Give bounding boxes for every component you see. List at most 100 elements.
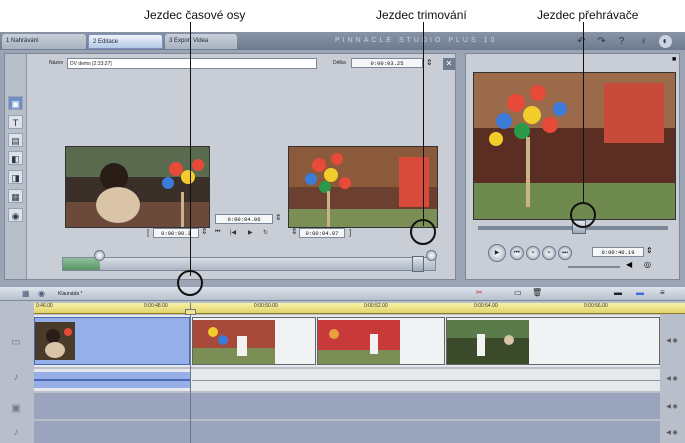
current-tc-spinner-icon[interactable]: ⇕ bbox=[275, 213, 282, 222]
clip-thumb-1 bbox=[35, 322, 75, 360]
callout-line-player bbox=[583, 22, 584, 202]
clip-editor-panel: ▣ T ▤ ◧ ◨ ▦ ◉ Název DV demo [2:33:27] Dé… bbox=[4, 53, 456, 280]
player-end-icon[interactable]: ⏭ bbox=[558, 246, 572, 260]
ruler-tick: 0:00:50.00 bbox=[254, 303, 278, 309]
timeline-clip[interactable] bbox=[317, 317, 445, 365]
out-tc-spinner-icon[interactable]: ⇕ bbox=[291, 227, 298, 236]
tab-edit[interactable]: 2 Editace bbox=[88, 34, 163, 49]
in-timecode-field[interactable]: 0:00:00.3 bbox=[153, 228, 199, 238]
audio-tool-icon[interactable]: ◉ bbox=[8, 208, 23, 222]
play-icon[interactable]: ▶ bbox=[248, 229, 253, 236]
player-rewind-icon[interactable]: « bbox=[526, 246, 540, 260]
audio-line bbox=[192, 380, 660, 381]
delete-icon[interactable]: 🗑 bbox=[532, 288, 542, 297]
player-scrubber-track[interactable] bbox=[478, 220, 668, 234]
ruler-tick: 0:00:54.00 bbox=[474, 303, 498, 309]
sfx-track-lock-icon[interactable]: ◀ ◉ bbox=[662, 429, 682, 436]
duration-spinner-icon[interactable]: ⇕ bbox=[426, 58, 433, 67]
settings-icon[interactable]: ◐ bbox=[659, 35, 672, 48]
callout-ring-timeline bbox=[177, 270, 203, 296]
video-track-lock-icon[interactable]: ◀ ◉ bbox=[662, 337, 682, 344]
title-track-icon: ▣ bbox=[11, 403, 21, 414]
annotation-trim-scrubber: Jezdec trimování bbox=[376, 8, 467, 22]
go-to-start-icon[interactable]: ⏮ bbox=[215, 229, 220, 236]
redo-icon[interactable]: ↷ bbox=[595, 35, 608, 48]
timeline-scrubber-handle[interactable] bbox=[185, 309, 196, 315]
trim-in-image bbox=[66, 147, 209, 227]
audio-track bbox=[34, 369, 660, 391]
in-bracket-icon: [ bbox=[147, 228, 150, 237]
ruler-tick: 0:46.00 bbox=[36, 303, 53, 309]
lightbulb-icon[interactable]: ♀ bbox=[637, 35, 650, 48]
trim-in-knob[interactable] bbox=[94, 250, 105, 261]
loop-icon[interactable]: ↻ bbox=[263, 229, 268, 236]
help-icon[interactable]: ? bbox=[615, 35, 628, 48]
ruler-tick: 0:00:52.00 bbox=[364, 303, 388, 309]
trim-out-image bbox=[289, 147, 437, 227]
timeline-clip[interactable] bbox=[192, 317, 316, 365]
player-start-icon[interactable]: ⏮ bbox=[510, 246, 524, 260]
maximize-icon[interactable]: ■ bbox=[672, 56, 676, 63]
out-timecode-field[interactable]: 0:00:04.07 bbox=[299, 228, 345, 238]
in-tc-spinner-icon[interactable]: ⇕ bbox=[201, 227, 208, 236]
brand-title: PINNACLE STUDIO PLUS 10 bbox=[335, 37, 498, 44]
callout-ring-player bbox=[570, 202, 596, 228]
close-icon[interactable]: ✕ bbox=[443, 58, 455, 70]
editor-toolbox: ▣ T ▤ ◧ ◨ ▦ ◉ bbox=[5, 54, 27, 279]
trim-out-knob[interactable] bbox=[426, 250, 437, 261]
clip-name-input[interactable]: DV demo [2:33:27] bbox=[67, 58, 317, 69]
annotation-player-scrubber: Jezdec přehrávače bbox=[537, 8, 639, 22]
ruler-tick: 0:00:48.00 bbox=[144, 303, 168, 309]
clip-thumb-2 bbox=[193, 320, 275, 364]
clip-thumb-3 bbox=[318, 320, 400, 364]
timeline-panel: ▦ ◉ Klaunáda * ✂ ▭ 🗑 ▬ ▬ ≡ 0:46.00 0:00:… bbox=[0, 287, 685, 443]
callout-ring-trim bbox=[410, 219, 436, 245]
storyboard-icon[interactable]: ▦ bbox=[22, 289, 30, 298]
selected-clip[interactable] bbox=[34, 317, 190, 365]
duration-field[interactable]: 0:00:03.25 bbox=[351, 58, 423, 68]
ruler-tick: 0:00:56.00 bbox=[584, 303, 608, 309]
speaker-icon[interactable]: ◀ bbox=[626, 260, 632, 269]
player-forward-icon[interactable]: » bbox=[542, 246, 556, 260]
selected-audio-clip[interactable] bbox=[34, 372, 190, 388]
timeline-view-icon[interactable]: ▬ bbox=[636, 288, 644, 297]
step-back-icon[interactable]: |◀ bbox=[230, 229, 236, 236]
title-track-lock-icon[interactable]: ◀ ◉ bbox=[662, 403, 682, 410]
transition-tool-icon[interactable]: ◨ bbox=[8, 170, 23, 184]
timeline-scrubber-line bbox=[190, 303, 191, 443]
trim-scrubber-fill bbox=[63, 258, 100, 270]
audio-track-lock-icon[interactable]: ◀ ◉ bbox=[662, 375, 682, 382]
audio-waveform bbox=[34, 379, 190, 381]
video-tool-icon[interactable]: ▣ bbox=[8, 96, 23, 110]
split-icon[interactable]: ▭ bbox=[514, 288, 522, 297]
timeline-ruler[interactable]: 0:46.00 0:00:48.00 0:00:50.00 0:00:52.00… bbox=[34, 303, 685, 314]
timeline-clip[interactable] bbox=[446, 317, 660, 365]
current-timecode-field[interactable]: 0:00:04.06 bbox=[215, 214, 273, 224]
photo-tool-icon[interactable]: ▤ bbox=[8, 133, 23, 147]
storyboard-view-icon[interactable]: ▬ bbox=[614, 288, 622, 297]
effects-tool-icon[interactable]: ◧ bbox=[8, 151, 23, 165]
callout-line-trim bbox=[423, 22, 424, 226]
title-tool-icon[interactable]: T bbox=[8, 115, 23, 129]
frame-tool-icon[interactable]: ▦ bbox=[8, 189, 23, 203]
tab-make-movie[interactable]: 3 Export Videa bbox=[165, 34, 237, 49]
audio-toggle-icon[interactable]: ◉ bbox=[38, 289, 45, 298]
player-tc-spinner-icon[interactable]: ⇕ bbox=[646, 246, 653, 255]
trim-scrubber-handle[interactable] bbox=[412, 256, 424, 272]
sound-effect-track-icon: ♪ bbox=[13, 427, 19, 438]
player-timecode-field[interactable]: 0:00:40.19 bbox=[592, 247, 644, 257]
undo-icon[interactable]: ↶ bbox=[575, 35, 588, 48]
razor-icon[interactable]: ✂ bbox=[476, 288, 483, 297]
clip-name-row: Název DV demo [2:33:27] Délka 0:00:03.25… bbox=[31, 57, 455, 71]
fullscreen-icon[interactable]: ◎ bbox=[644, 260, 651, 269]
text-view-icon[interactable]: ≡ bbox=[660, 288, 665, 297]
tab-capture[interactable]: 1 Nahrávání bbox=[2, 34, 86, 49]
video-track-icon: ▭ bbox=[11, 337, 21, 348]
player-play-icon[interactable]: ▶ bbox=[488, 244, 506, 262]
trim-scrubber-track[interactable] bbox=[62, 250, 437, 272]
clip-thumb-4 bbox=[447, 320, 529, 364]
audio-track-icon: ♪ bbox=[13, 372, 19, 383]
timeline-toolbar: ▦ ◉ Klaunáda * ✂ ▭ 🗑 ▬ ▬ ≡ bbox=[0, 287, 685, 301]
out-bracket-icon: ] bbox=[349, 228, 352, 237]
volume-slider[interactable] bbox=[568, 266, 620, 268]
